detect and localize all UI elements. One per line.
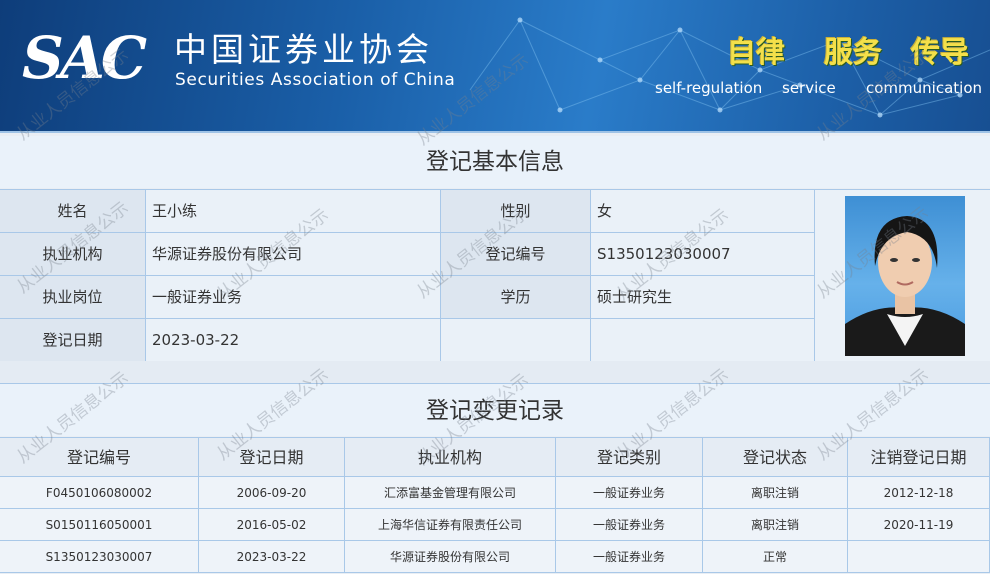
header-banner: SAC 中国证券业协会 Securities Association of Ch…	[0, 0, 990, 132]
motto-en-service: service	[782, 79, 836, 97]
table-cell: 2023-03-22	[199, 541, 345, 573]
table-cell: 2016-05-02	[199, 509, 345, 541]
table-cell: S1350123030007	[0, 541, 199, 573]
motto-self-regulation: 自律	[727, 35, 786, 69]
col-category: 登记类别	[556, 437, 703, 477]
gender-label: 性别	[441, 190, 591, 233]
motto-service: 服务	[824, 35, 883, 69]
table-cell	[848, 541, 990, 573]
edu-label: 学历	[441, 276, 591, 319]
col-reg-no: 登记编号	[0, 437, 199, 477]
post-value: 一般证券业务	[146, 276, 441, 319]
table-cell: 离职注销	[703, 477, 848, 509]
profile-photo	[845, 196, 965, 356]
person-portrait-icon	[845, 216, 965, 356]
empty-cell	[591, 319, 815, 362]
reg-no-value: S1350123030007	[591, 233, 815, 276]
basic-info-title: 登记基本信息	[0, 136, 990, 188]
gender-value: 女	[591, 190, 815, 233]
sac-logo: SAC	[22, 24, 147, 92]
col-reg-date: 登记日期	[199, 437, 345, 477]
col-status: 登记状态	[703, 437, 848, 477]
col-org: 执业机构	[345, 437, 556, 477]
section-gap	[0, 361, 990, 384]
table-cell: 离职注销	[703, 509, 848, 541]
photo-cell	[815, 190, 990, 362]
table-cell: 一般证券业务	[556, 541, 703, 573]
banner-divider	[0, 131, 990, 133]
org-name-cn: 中国证券业协会	[174, 30, 433, 69]
basic-info-table: 姓名 王小练 性别 女 执业机构 华源证券股份有限公司 登记编号 S135012…	[0, 189, 990, 362]
table-cell: 2006-09-20	[199, 477, 345, 509]
table-cell: 汇添富基金管理有限公司	[345, 477, 556, 509]
date-label: 登记日期	[0, 319, 146, 362]
reg-no-label: 登记编号	[441, 233, 591, 276]
date-value: 2023-03-22	[146, 319, 441, 362]
edu-value: 硕士研究生	[591, 276, 815, 319]
org-value: 华源证券股份有限公司	[146, 233, 441, 276]
org-name-en: Securities Association of China	[175, 70, 456, 90]
table-cell: 一般证券业务	[556, 509, 703, 541]
empty-cell	[441, 319, 591, 362]
records-title: 登记变更记录	[0, 384, 990, 436]
col-cancel-date: 注销登记日期	[848, 437, 990, 477]
table-cell: 正常	[703, 541, 848, 573]
table-cell: F0450106080002	[0, 477, 199, 509]
name-value: 王小练	[146, 190, 441, 233]
org-label: 执业机构	[0, 233, 146, 276]
motto-communication: 传导	[911, 35, 970, 69]
table-cell: 上海华信证券有限责任公司	[345, 509, 556, 541]
table-cell: 2012-12-18	[848, 477, 990, 509]
table-cell: 华源证券股份有限公司	[345, 541, 556, 573]
name-label: 姓名	[0, 190, 146, 233]
motto-en-self-regulation: self-regulation	[655, 79, 763, 97]
motto-en-communication: communication	[866, 79, 983, 97]
post-label: 执业岗位	[0, 276, 146, 319]
records-table: 登记编号 登记日期 执业机构 登记类别 登记状态 注销登记日期 F0450106…	[0, 437, 990, 574]
table-cell: 2020-11-19	[848, 509, 990, 541]
table-cell: 一般证券业务	[556, 477, 703, 509]
table-cell: S0150116050001	[0, 509, 199, 541]
